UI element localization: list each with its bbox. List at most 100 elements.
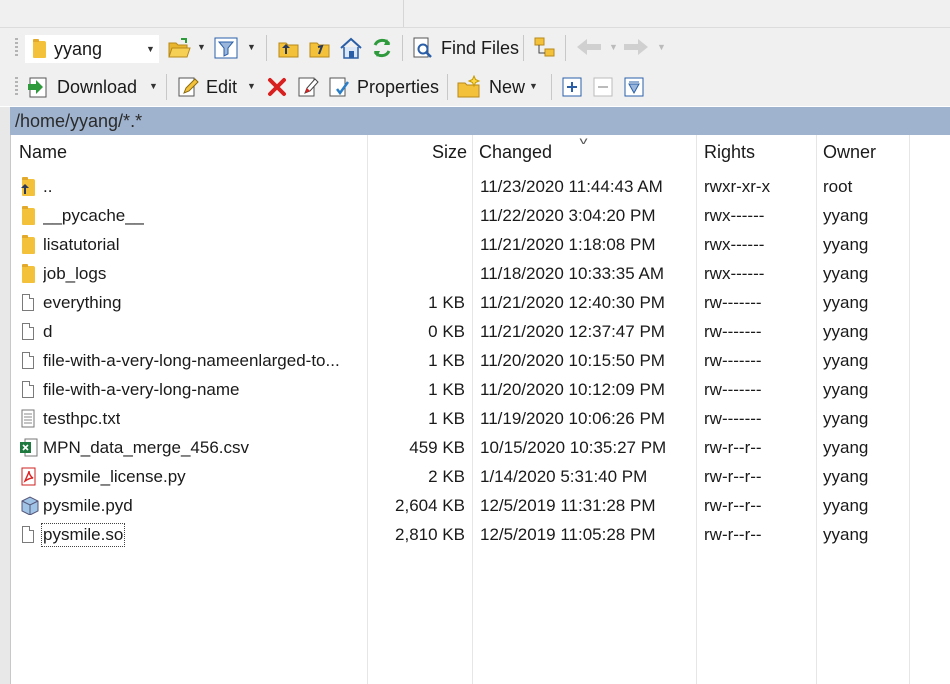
file-icon bbox=[20, 380, 38, 399]
sort-descending-icon: v bbox=[579, 136, 588, 147]
forward-dropdown[interactable]: ▼ bbox=[657, 42, 666, 52]
filter-dropdown[interactable]: ▼ bbox=[247, 42, 256, 52]
download-button[interactable]: Download bbox=[57, 77, 137, 98]
file-rights: rwx------ bbox=[704, 206, 765, 225]
minus-box-icon bbox=[593, 77, 613, 97]
parent-folder-icon bbox=[20, 177, 38, 196]
file-name: .. bbox=[43, 177, 53, 196]
file-row[interactable]: pysmile.so 2,810 KB 12/5/2019 11:05:28 PM r… bbox=[11, 520, 950, 549]
home-directory-button[interactable] bbox=[337, 34, 365, 62]
properties-icon bbox=[329, 77, 350, 97]
file-name: pysmile_license.py bbox=[43, 467, 186, 486]
file-changed: 12/5/2019 11:31:28 PM bbox=[480, 496, 656, 515]
toolbar-file-actions: Download ▼ Edit ▼ Properties New ▼ bbox=[0, 67, 950, 106]
file-changed: 11/19/2020 10:06:26 PM bbox=[480, 409, 665, 428]
unselect-files-button[interactable] bbox=[592, 76, 614, 98]
delete-button[interactable] bbox=[263, 73, 291, 101]
new-icon-wrap[interactable] bbox=[455, 73, 483, 101]
file-owner: yyang bbox=[823, 380, 869, 399]
file-row[interactable]: everything 1 KB 11/21/2020 12:40:30 PM rw--… bbox=[11, 288, 950, 317]
find-files-button[interactable]: Find Files bbox=[441, 38, 519, 59]
rename-button[interactable] bbox=[294, 73, 322, 101]
properties-icon-wrap[interactable] bbox=[325, 73, 353, 101]
refresh-button[interactable] bbox=[368, 34, 396, 62]
file-name: d bbox=[43, 322, 53, 341]
file-changed: 11/21/2020 12:37:47 PM bbox=[480, 322, 665, 341]
back-button[interactable] bbox=[575, 38, 603, 56]
file-rights: rw------- bbox=[704, 409, 762, 428]
toolbar-grip[interactable] bbox=[15, 77, 18, 97]
file-row[interactable]: file-with-a-very-long-nameenlarged-to...… bbox=[11, 346, 950, 375]
file-rights: rw------- bbox=[704, 380, 762, 399]
open-directory-button[interactable] bbox=[165, 34, 193, 62]
file-row[interactable]: .. 11/23/2020 11:44:43 AM rwxr-xr-x root bbox=[11, 172, 950, 201]
file-changed: 11/21/2020 1:18:08 PM bbox=[480, 235, 656, 254]
select-files-button[interactable] bbox=[561, 76, 583, 98]
file-name: job_logs bbox=[43, 264, 107, 283]
column-header-changed[interactable]: Changed bbox=[479, 142, 552, 163]
properties-button[interactable]: Properties bbox=[357, 77, 439, 98]
new-button[interactable]: New bbox=[489, 77, 525, 98]
new-dropdown[interactable]: ▼ bbox=[529, 81, 538, 91]
location-combo[interactable]: yyang ▼ bbox=[24, 34, 160, 64]
file-icon bbox=[20, 322, 38, 341]
file-owner: yyang bbox=[823, 438, 869, 457]
folder-icon bbox=[20, 264, 38, 283]
forward-button[interactable] bbox=[622, 38, 650, 56]
file-name: __pycache__ bbox=[43, 206, 145, 225]
file-row[interactable]: testhpc.txt 1 KB 11/19/2020 10:06:26 PM rw-… bbox=[11, 404, 950, 433]
file-size: 2,604 KB bbox=[395, 496, 465, 515]
top-strip bbox=[0, 0, 950, 28]
find-files-icon-wrap[interactable] bbox=[409, 34, 437, 62]
file-name: testhpc.txt bbox=[43, 409, 121, 428]
chevron-down-icon[interactable]: ▼ bbox=[146, 44, 155, 54]
file-row[interactable]: __pycache__ 11/22/2020 3:04:20 PM rwx-----… bbox=[11, 201, 950, 230]
root-directory-button[interactable] bbox=[306, 34, 334, 62]
file-row[interactable]: d 0 KB 11/21/2020 12:37:47 PM rw------- yyan… bbox=[11, 317, 950, 346]
parent-directory-button[interactable] bbox=[275, 34, 303, 62]
file-row[interactable]: lisatutorial 11/21/2020 1:18:08 PM rwx----… bbox=[11, 230, 950, 259]
edit-dropdown[interactable]: ▼ bbox=[247, 81, 256, 91]
file-rights: rw-r--r-- bbox=[704, 496, 762, 515]
file-name: file-with-a-very-long-name bbox=[43, 380, 240, 399]
rename-icon bbox=[298, 77, 319, 97]
file-list[interactable]: Name Size Changed v Rights Owner .. 11/23… bbox=[11, 135, 950, 684]
left-panel-edge[interactable] bbox=[0, 107, 11, 684]
file-rights: rw------- bbox=[704, 351, 762, 370]
download-dropdown[interactable]: ▼ bbox=[149, 81, 158, 91]
file-size: 1 KB bbox=[428, 293, 465, 312]
file-size: 2 KB bbox=[428, 467, 465, 486]
back-dropdown[interactable]: ▼ bbox=[609, 42, 618, 52]
open-directory-dropdown[interactable]: ▼ bbox=[197, 42, 206, 52]
invert-selection-button[interactable] bbox=[623, 76, 645, 98]
download-icon-wrap[interactable] bbox=[24, 73, 52, 101]
file-rights: rw-r--r-- bbox=[704, 467, 762, 486]
edit-button[interactable]: Edit bbox=[206, 77, 237, 98]
excel-file-icon bbox=[20, 438, 38, 457]
file-row[interactable]: file-with-a-very-long-name 1 KB 11/20/2020… bbox=[11, 375, 950, 404]
file-name: MPN_data_merge_456.csv bbox=[43, 438, 250, 457]
edit-icon-wrap[interactable] bbox=[174, 73, 202, 101]
file-owner: yyang bbox=[823, 235, 869, 254]
file-row[interactable]: job_logs 11/18/2020 10:33:35 AM rwx------ y… bbox=[11, 259, 950, 288]
pdf-file-icon bbox=[20, 467, 38, 486]
file-row[interactable]: MPN_data_merge_456.csv 459 KB 10/15/2020 1… bbox=[11, 433, 950, 462]
file-name: everything bbox=[43, 293, 122, 312]
column-header-name[interactable]: Name bbox=[19, 142, 67, 163]
file-row[interactable]: pysmile_license.py 2 KB 1/14/2020 5:31:40 … bbox=[11, 462, 950, 491]
toolbar-grip[interactable] bbox=[15, 38, 18, 58]
home-icon bbox=[340, 37, 362, 59]
column-header-size[interactable]: Size bbox=[432, 142, 467, 163]
file-owner: yyang bbox=[823, 525, 869, 544]
filter-button[interactable] bbox=[212, 34, 240, 62]
column-header-rights[interactable]: Rights bbox=[704, 142, 755, 163]
file-changed: 10/15/2020 10:35:27 PM bbox=[480, 438, 667, 457]
file-row[interactable]: pysmile.pyd 2,604 KB 12/5/2019 11:31:28 PM… bbox=[11, 491, 950, 520]
file-rights: rwxr-xr-x bbox=[704, 177, 771, 196]
file-changed: 11/20/2020 10:12:09 PM bbox=[480, 380, 665, 399]
file-size: 0 KB bbox=[428, 322, 465, 341]
folder-icon bbox=[33, 39, 46, 58]
tree-view-button[interactable] bbox=[531, 34, 559, 62]
column-header-owner[interactable]: Owner bbox=[823, 142, 876, 163]
file-changed: 11/18/2020 10:33:35 AM bbox=[480, 264, 665, 283]
